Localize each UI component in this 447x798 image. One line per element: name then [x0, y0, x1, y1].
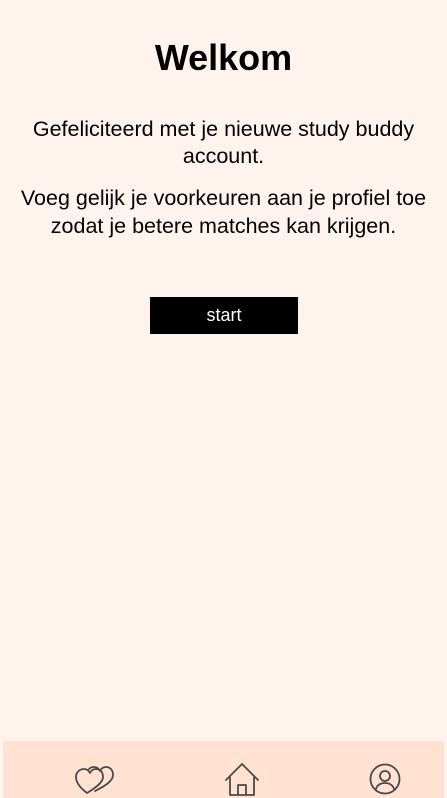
bottom-navigation	[3, 741, 444, 798]
preferences-instructions: Voeg gelijk je voorkeuren aan je profiel…	[20, 186, 427, 238]
nav-matches-button[interactable]	[73, 757, 117, 798]
start-button[interactable]: start	[150, 297, 298, 334]
nav-home-button[interactable]	[220, 757, 264, 798]
hearts-icon	[75, 766, 114, 794]
home-icon	[225, 763, 259, 796]
congrats-text: Gefeliciteerd met je nieuwe study buddy …	[32, 117, 415, 168]
page-title: Welkom	[154, 37, 293, 78]
user-circle-icon	[369, 763, 401, 795]
nav-profile-button[interactable]	[363, 757, 407, 798]
